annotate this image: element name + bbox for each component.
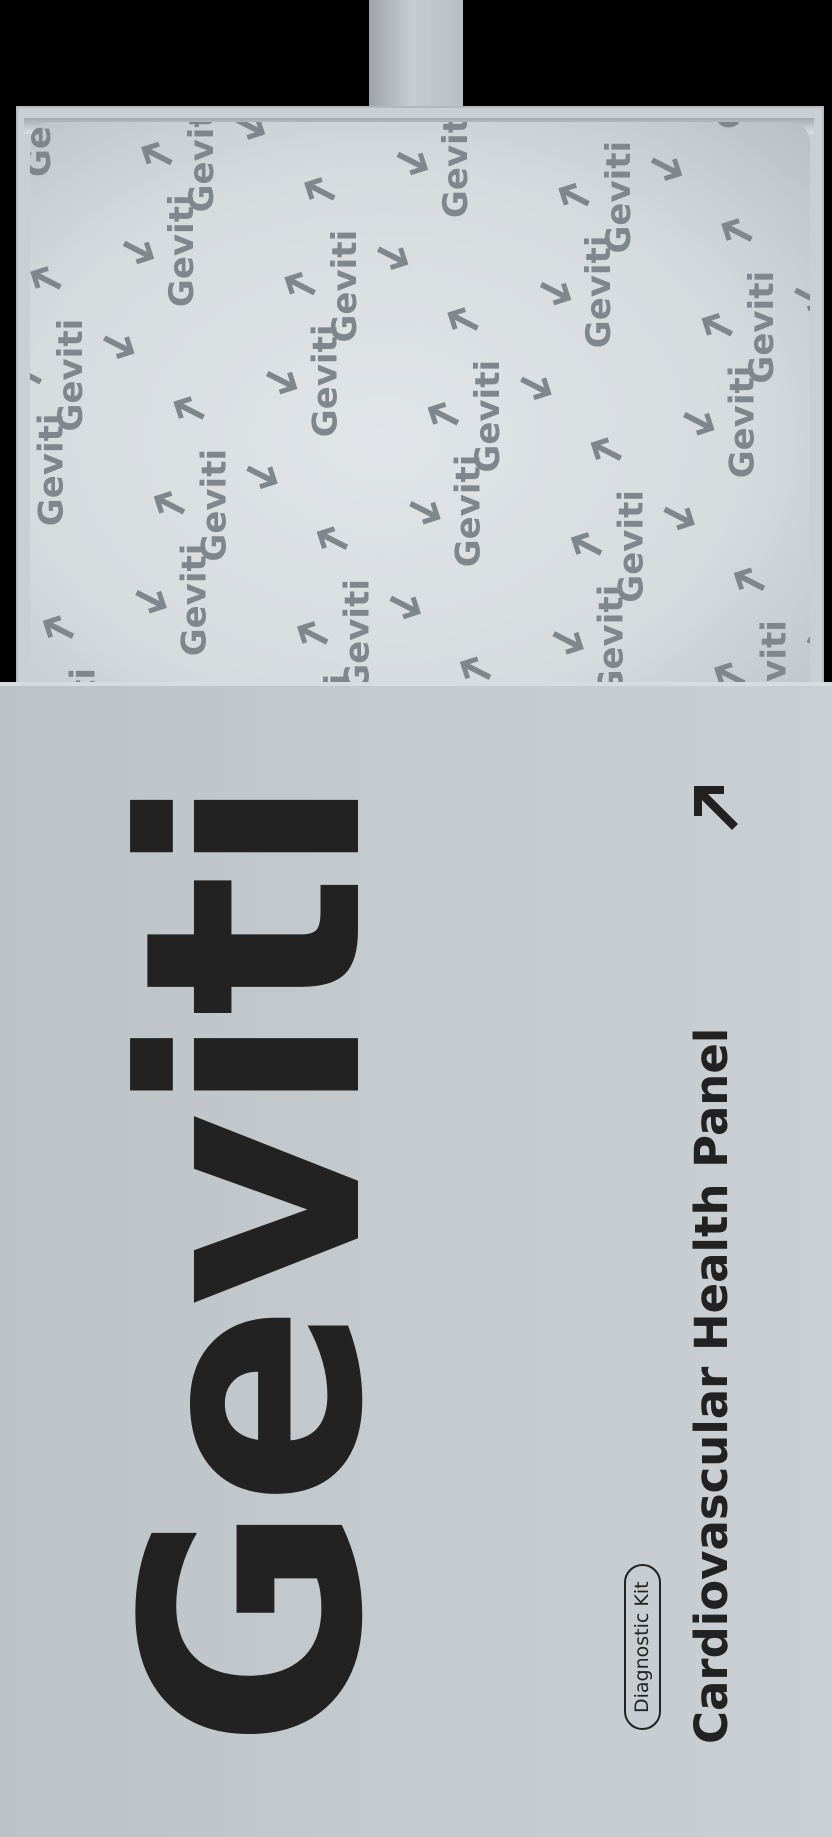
arrow-up-left-icon (694, 786, 738, 830)
pattern-arrow-icon (409, 501, 441, 525)
pattern-arrow-icon (153, 490, 186, 515)
pattern-arrow-icon (663, 506, 695, 531)
pattern-arrow-icon (304, 177, 336, 201)
pattern-arrow-icon (30, 266, 62, 290)
pattern-wordmark: Geviti (449, 455, 489, 568)
pattern-wordmark: Geviti (722, 366, 762, 479)
pull-tab (369, 0, 463, 116)
wrap-paper: Geviti Geviti Geviti Geviti Geviti Geviti Gevi… (30, 122, 810, 698)
wrap-paper-pattern: Geviti Geviti Geviti Geviti Geviti Geviti Gevi… (30, 122, 810, 698)
pattern-arrow-icon (122, 240, 155, 265)
pattern-wordmark: Geviti (579, 235, 619, 348)
pattern-arrow-icon (233, 122, 266, 140)
pattern-wordmark: Geviti (710, 122, 750, 129)
pattern-arrow-icon (42, 615, 75, 639)
pattern-arrow-icon (721, 218, 753, 242)
pattern-arrow-icon (284, 271, 316, 296)
pattern-wordmark: Geviti (30, 122, 59, 177)
pattern-arrow-icon (316, 526, 349, 550)
pattern-arrow-icon (447, 307, 479, 331)
pattern-arrow-icon (103, 335, 135, 360)
pattern-arrow-icon (389, 595, 421, 620)
product-title: Cardiovascular Health Panel (685, 1027, 738, 1744)
pattern-arrow-icon (683, 412, 715, 436)
pattern-arrow-icon (173, 396, 205, 420)
pattern-wordmark: Geviti (162, 194, 202, 307)
pattern-arrow-icon (539, 281, 572, 306)
pattern-arrow-icon (552, 631, 584, 655)
pattern-arrow-icon (701, 312, 734, 337)
pattern-arrow-icon (733, 567, 766, 591)
pattern-arrow-icon (265, 370, 298, 395)
pattern-arrow-icon (520, 376, 552, 401)
pattern-wordmark: Geviti (592, 585, 632, 698)
product-photo: Geviti Geviti Geviti Geviti Geviti Geviti Gevi… (0, 0, 832, 1837)
pattern-arrow-icon (427, 401, 460, 426)
pattern-arrow-icon (376, 246, 409, 271)
pattern-wordmark: Geviti (175, 544, 215, 657)
brand-logo: Geviti (80, 778, 429, 1749)
pattern-arrow-icon (296, 621, 329, 645)
pattern-arrow-icon (141, 141, 173, 166)
pattern-arrow-icon (590, 437, 623, 461)
pattern-arrow-icon (246, 465, 278, 490)
pattern-arrow-icon (794, 287, 810, 312)
pattern-arrow-icon (558, 182, 590, 207)
pattern-arrow-icon (806, 636, 810, 661)
pattern-arrow-icon (135, 590, 167, 614)
pattern-wordmark: Geviti (436, 122, 476, 218)
pattern-arrow-icon (650, 157, 683, 182)
pattern-arrow-icon (396, 151, 429, 176)
sleeve-edge (0, 682, 832, 686)
pattern-arrow-icon (30, 360, 43, 385)
pattern-wordmark: Geviti (305, 324, 345, 437)
diagnostic-kit-badge: Diagnostic Kit (624, 1564, 661, 1730)
pattern-wordmark: Geviti (31, 413, 71, 526)
pattern-arrow-icon (570, 532, 603, 556)
